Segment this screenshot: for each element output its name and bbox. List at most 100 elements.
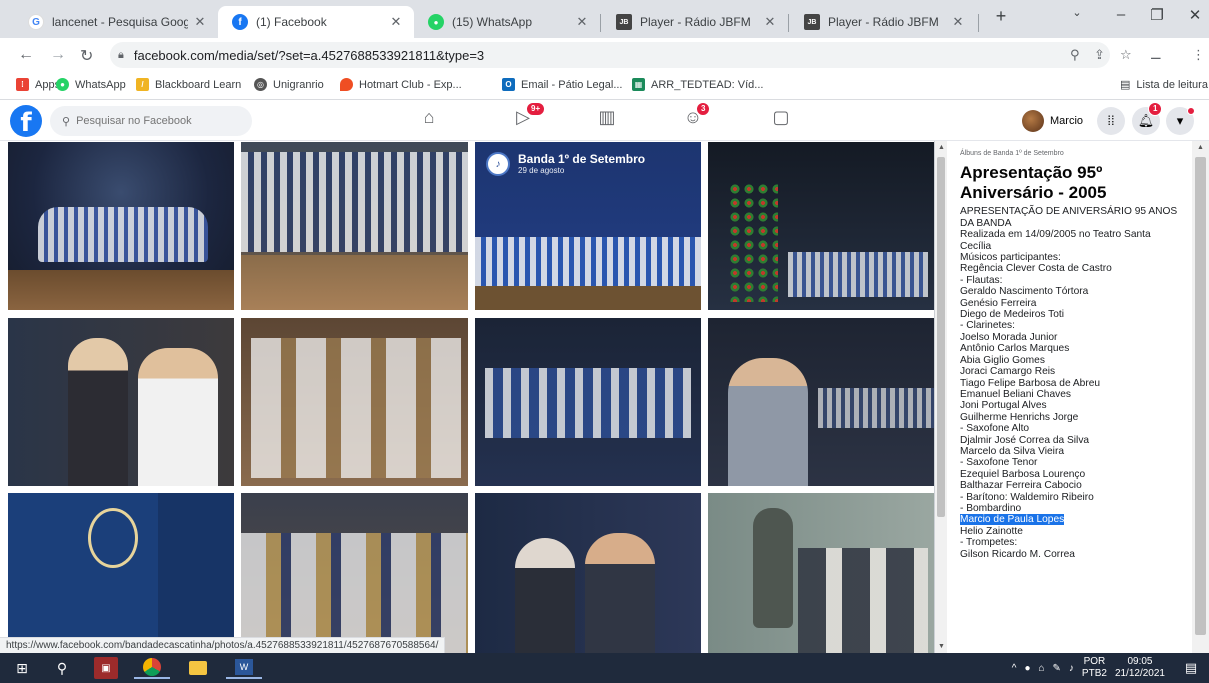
album-breadcrumb[interactable]: Álbuns de Banda 1º de Setembro	[960, 148, 1190, 159]
close-icon[interactable]: ✕	[950, 14, 966, 30]
album-description-line: Joelso Morada Junior	[960, 331, 1058, 343]
bookmark-hotmart[interactable]: Hotmart Club - Exp...	[340, 78, 462, 91]
bookmark-apps[interactable]: ⁞ Apps	[16, 78, 60, 91]
minimize-button[interactable]: –	[1110, 6, 1132, 23]
facebook-search[interactable]: ⚲	[50, 106, 252, 136]
album-photo[interactable]	[708, 318, 934, 486]
extension-icon[interactable]: ⚊	[1150, 47, 1162, 63]
link-status-bar: https://www.facebook.com/bandadecascatin…	[0, 637, 446, 653]
facebook-logo-icon[interactable]: f	[10, 105, 42, 138]
close-icon[interactable]: ✕	[388, 14, 404, 30]
album-description: Álbuns de Banda 1º de Setembro Apresenta…	[960, 148, 1190, 560]
album-description-line: Joni Portugal Alves	[960, 400, 1047, 412]
url-text: facebook.com/media/set/?set=a.4527688533…	[133, 47, 485, 63]
watch-icon[interactable]: ▷ 9+	[508, 102, 546, 133]
menu-grid-icon[interactable]: ⁞⁞	[1097, 107, 1125, 135]
whatsapp-icon: ●	[428, 14, 444, 30]
album-description-line: Realizada em 14/09/2005 no Teatro Santa	[960, 229, 1151, 241]
album-description-line: Tiago Felipe Barbosa de Abreu	[960, 377, 1101, 389]
hotmart-flame-icon	[340, 78, 353, 91]
volume-icon[interactable]: ♪	[1069, 663, 1074, 674]
tab-search-chevron-icon[interactable]: ⌄	[1066, 6, 1088, 19]
bookmark-star-icon[interactable]: ☆	[1120, 47, 1132, 63]
chrome-menu-icon[interactable]: ⋮	[1192, 47, 1205, 63]
tab-facebook[interactable]: f (1) Facebook ✕	[218, 6, 414, 38]
app-icon[interactable]: ▣	[94, 657, 118, 679]
tray-app-icon[interactable]: ●	[1024, 663, 1030, 674]
marketplace-icon[interactable]: ▥	[592, 107, 622, 133]
album-photo[interactable]	[708, 493, 934, 653]
language-indicator[interactable]: POR PTB2	[1082, 656, 1107, 680]
album-photo[interactable]	[8, 318, 234, 486]
tab-google[interactable]: G lancenet - Pesquisa Google ✕	[14, 6, 218, 38]
network-icon[interactable]: ⌂	[1038, 663, 1044, 674]
photo-page-tag[interactable]: ♪ Banda 1º de Setembro 29 de agosto	[486, 152, 645, 176]
close-icon[interactable]: ✕	[574, 14, 590, 30]
bookmark-whatsapp[interactable]: ● WhatsApp	[56, 78, 126, 91]
bookmark-blackboard[interactable]: / Blackboard Learn	[136, 78, 241, 91]
album-photo[interactable]	[708, 142, 934, 310]
album-description-line: Marcio de Paula Lopes	[960, 514, 1190, 526]
album-photo[interactable]	[475, 318, 701, 486]
info-scrollbar-thumb[interactable]	[1195, 157, 1206, 635]
address-toolbar: ← → ↻ 🔒︎ facebook.com/media/set/?set=a.4…	[0, 38, 1209, 72]
bookmark-unigranrio[interactable]: ◎ Unigranrio	[254, 78, 324, 91]
new-tab-button[interactable]: +	[990, 6, 1012, 27]
tab-whatsapp[interactable]: ● (15) WhatsApp ✕	[414, 6, 600, 38]
groups-icon[interactable]: ☺ 3	[678, 102, 711, 133]
groups-badge: 3	[696, 102, 711, 116]
album-photo[interactable]	[8, 142, 234, 310]
account-chevron-down-icon[interactable]: ▾	[1166, 107, 1195, 135]
album-photo[interactable]	[475, 493, 701, 653]
sheet-icon: ▦	[632, 78, 645, 91]
watch-badge: 9+	[526, 102, 546, 116]
forward-button[interactable]: →	[50, 46, 66, 64]
gaming-icon[interactable]: ▢	[766, 107, 796, 133]
album-description-line: Gilson Ricardo M. Correa	[960, 548, 1075, 560]
album-description-line: DA BANDA	[960, 217, 1012, 229]
album-photo[interactable]	[241, 318, 468, 486]
reading-list-icon: ▤	[1120, 79, 1131, 91]
window-close-button[interactable]: ✕	[1184, 6, 1206, 24]
pen-icon[interactable]: ✎	[1053, 663, 1061, 674]
album-photo[interactable]	[241, 142, 468, 310]
tab-radio-jbfm-1[interactable]: JB Player - Rádio JBFM ✕	[602, 6, 788, 38]
notifications-bell-icon[interactable]: 🔔︎ 1	[1132, 102, 1163, 135]
notifications-icon[interactable]: ▤	[1180, 657, 1202, 679]
chrome-taskbar-icon[interactable]	[134, 657, 170, 679]
windows-start-icon[interactable]: ⊞	[10, 657, 34, 679]
blackboard-icon: /	[136, 78, 149, 91]
grid-scrollbar[interactable]: ▲ ▼	[935, 141, 947, 653]
grid-scrollbar-thumb[interactable]	[937, 157, 945, 517]
info-scrollbar[interactable]: ▲	[1192, 141, 1209, 653]
tab-radio-jbfm-2[interactable]: JB Player - Rádio JBFM ✕	[790, 6, 976, 38]
home-icon[interactable]: ⌂	[414, 107, 444, 133]
url-bar[interactable]: 🔒︎ facebook.com/media/set/?set=a.4527688…	[110, 42, 1110, 68]
bookmark-email[interactable]: O Email - Pátio Legal...	[502, 78, 623, 91]
selected-text[interactable]: Marcio de Paula Lopes	[960, 514, 1065, 526]
bookmark-arr-tedtead[interactable]: ▦ ARR_TEDTEAD: Víd...	[632, 78, 763, 91]
close-icon[interactable]: ✕	[762, 14, 778, 30]
restore-button[interactable]: ❐	[1146, 6, 1168, 24]
album-photo[interactable]	[241, 493, 468, 653]
reading-list[interactable]: ▤ Lista de leitura	[1120, 78, 1208, 92]
album-description-line: Geraldo Nascimento Tórtora	[960, 286, 1089, 298]
album-photo[interactable]	[8, 493, 234, 653]
profile-button[interactable]: Marcio	[1022, 108, 1083, 134]
share-icon[interactable]: ⇪	[1094, 47, 1105, 63]
album-description-line: Djalmir José Correa da Silva	[960, 434, 1090, 446]
word-icon[interactable]: W	[226, 657, 262, 679]
zoom-icon[interactable]: ⚲	[1070, 47, 1080, 63]
back-button[interactable]: ←	[18, 46, 34, 64]
avatar	[1022, 110, 1044, 132]
clock[interactable]: 09:05 21/12/2021	[1115, 656, 1165, 680]
album-photo-grid	[0, 141, 934, 653]
tray-chevron-up-icon[interactable]: ^	[1012, 663, 1017, 674]
reload-button[interactable]: ↻	[80, 46, 93, 66]
windows-taskbar: ⊞ ⚲ ▣ W ^ ● ⌂ ✎ ♪ POR PTB2 09:05 21/12/2…	[0, 653, 1209, 683]
file-explorer-icon[interactable]	[180, 657, 216, 679]
album-description-line: Helio Zainotte	[960, 525, 1023, 537]
facebook-search-input[interactable]	[76, 115, 237, 127]
close-icon[interactable]: ✕	[192, 14, 208, 30]
search-icon[interactable]: ⚲	[50, 657, 74, 679]
